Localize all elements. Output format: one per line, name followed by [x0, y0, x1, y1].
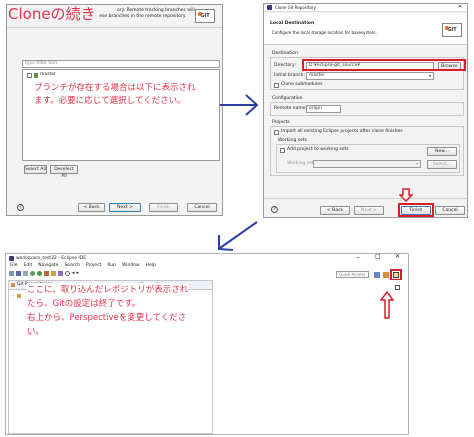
- debug-icon[interactable]: [30, 271, 35, 276]
- arrow-right-icon: [220, 94, 259, 116]
- repository-node-icon[interactable]: ›: [12, 293, 14, 299]
- chevron-down-icon: ▾: [428, 73, 431, 78]
- menu-help[interactable]: Help: [146, 263, 156, 270]
- branch-selection-dialog: ory. Remote tracking branches will be cr…: [6, 4, 223, 216]
- projects-group: Import all existing Eclipse projects aft…: [270, 126, 464, 176]
- footer-separator: [264, 198, 467, 199]
- repository-folder-icon: [17, 294, 21, 298]
- select-working-set-button[interactable]: Select...: [427, 160, 457, 169]
- initial-branch-value: master: [309, 73, 325, 78]
- deselect-all-button[interactable]: Deselect All: [50, 165, 78, 179]
- working-sets-group: Add project to working sets New... Worki…: [276, 144, 460, 173]
- forward-nav-icon[interactable]: ▸: [77, 271, 80, 278]
- annotation-ide-line4: い。: [27, 327, 45, 337]
- git-logo-icon: GIT: [442, 23, 462, 37]
- remote-name-input[interactable]: origin: [306, 105, 341, 113]
- search-icon[interactable]: [65, 271, 70, 276]
- minimize-icon[interactable]: –: [356, 254, 360, 261]
- ide-menubar: File Edit Navigate Search Project Run Wi…: [6, 263, 408, 270]
- initial-branch-select[interactable]: master ▾: [306, 72, 434, 80]
- local-destination-dialog: Clone Git Repository ✕ Local Destination…: [263, 3, 468, 218]
- ide-title: workspace_test32 - Eclipse IDE: [16, 256, 87, 261]
- quick-access-input[interactable]: Quick Access: [336, 271, 369, 278]
- java-perspective-icon[interactable]: [374, 272, 380, 278]
- next-button[interactable]: Next >: [354, 206, 384, 215]
- annotation-title: Cloneの続き: [8, 5, 99, 23]
- menu-window[interactable]: Window: [122, 263, 140, 270]
- chevron-down-icon: ▾: [415, 161, 418, 166]
- new-working-set-button[interactable]: New...: [427, 147, 457, 156]
- ide-titlebar: workspace_test32 - Eclipse IDE – □ ✕: [6, 254, 408, 263]
- finish-button[interactable]: Finish: [149, 203, 178, 212]
- cancel-button[interactable]: Cancel: [187, 203, 217, 212]
- annotation-ide-box: ここに、取り込んだレポジトリが表示され たら、Gitの設定は終了です。 右上から…: [27, 283, 189, 339]
- arrow-down-icon: [399, 188, 413, 202]
- branch-icon: [34, 73, 38, 78]
- branch-checkbox[interactable]: [27, 73, 32, 78]
- configuration-group: Remote name: origin: [270, 102, 464, 116]
- git-logo-icon: GIT: [195, 9, 215, 23]
- filter-input[interactable]: type filter text: [22, 60, 220, 68]
- close-icon[interactable]: ✕: [458, 4, 462, 10]
- new-java-icon[interactable]: [51, 271, 56, 276]
- new-icon[interactable]: [9, 271, 14, 276]
- annotation-branch-box: ブランチが存在する場合は以下に表示され ます。必要に応じて選択してください。: [34, 82, 196, 108]
- dialog-title: Clone Git Repository: [275, 5, 316, 10]
- run-icon[interactable]: [37, 271, 42, 276]
- remote-name-label: Remote name:: [274, 106, 308, 111]
- next-button[interactable]: Next >: [109, 203, 141, 212]
- eclipse-icon: [9, 256, 14, 261]
- header-separator: [7, 27, 222, 28]
- arrow-up-icon: [379, 290, 395, 319]
- dialog-titlebar: Clone Git Repository ✕: [264, 4, 467, 12]
- branch-item-master: master: [40, 72, 56, 77]
- menu-file[interactable]: File: [10, 263, 18, 270]
- back-button[interactable]: < Back: [78, 203, 105, 212]
- maximize-icon[interactable]: □: [375, 254, 381, 260]
- menu-search[interactable]: Search: [64, 263, 79, 270]
- ide-toolbar: ◂ ▸: [9, 271, 189, 278]
- menu-edit[interactable]: Edit: [24, 263, 33, 270]
- back-button[interactable]: < Back: [320, 206, 350, 215]
- git-repositories-icon: [11, 283, 15, 287]
- annotation-ide-line1: ここに、取り込んだレポジトリが表示され: [27, 285, 189, 295]
- add-working-sets-label: Add project to working sets: [287, 147, 349, 152]
- dialog-heading: Local Destination: [270, 21, 315, 26]
- annotation-branch-line2: ます。必要に応じて選択してください。: [34, 96, 186, 106]
- directory-highlight: [302, 59, 466, 71]
- save-icon[interactable]: [16, 271, 21, 276]
- menu-navigate[interactable]: Navigate: [38, 263, 58, 270]
- select-all-button[interactable]: Select All: [24, 165, 47, 174]
- arrow-down-left-icon: [218, 221, 258, 251]
- directory-label: Directory:: [274, 63, 296, 68]
- open-type-icon[interactable]: [58, 271, 63, 276]
- dialog-header: Local Destination Configure the local st…: [264, 13, 467, 45]
- clone-submodules-label: Clone submodules: [281, 82, 323, 87]
- eclipse-ide-window: workspace_test32 - Eclipse IDE – □ ✕ Fil…: [5, 253, 409, 435]
- restore-icon[interactable]: [395, 285, 400, 290]
- dialog-subheading: Configure the local storage location for…: [272, 30, 377, 35]
- annotation-branch-line1: ブランチが存在する場合は以下に表示され: [34, 83, 196, 93]
- help-icon[interactable]: ?: [271, 206, 278, 213]
- import-projects-label: Import all existing Eclipse projects aft…: [281, 129, 403, 134]
- help-icon[interactable]: ?: [17, 204, 24, 211]
- finish-highlight: [398, 203, 434, 217]
- print-icon[interactable]: [23, 271, 28, 276]
- working-sets-select[interactable]: ▾: [313, 160, 421, 168]
- annotation-ide-line2: たら、Gitの設定は終了です。: [27, 299, 141, 309]
- initial-branch-label: Initial branch:: [274, 73, 306, 78]
- menu-run[interactable]: Run: [107, 263, 116, 270]
- editor-area: [216, 280, 406, 434]
- close-icon[interactable]: ✕: [395, 254, 400, 260]
- external-tools-icon[interactable]: [44, 271, 49, 276]
- back-nav-icon[interactable]: ◂: [72, 271, 75, 278]
- import-projects-checkbox[interactable]: [274, 130, 279, 135]
- menu-project[interactable]: Project: [86, 263, 101, 270]
- add-working-sets-checkbox[interactable]: [280, 148, 285, 153]
- cancel-button[interactable]: Cancel: [435, 206, 465, 215]
- annotation-ide-line3: 右上から、Perspectiveを変更してくださ: [27, 313, 187, 323]
- git-perspective-icon[interactable]: [383, 272, 389, 278]
- eclipse-icon: [267, 5, 272, 10]
- clone-submodules-checkbox[interactable]: [274, 83, 279, 88]
